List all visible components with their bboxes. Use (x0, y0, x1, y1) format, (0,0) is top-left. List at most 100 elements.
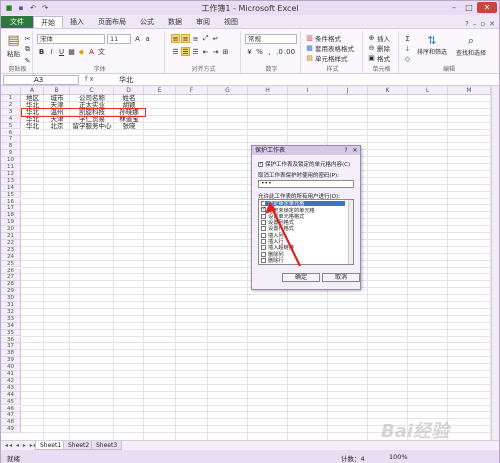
row-header[interactable]: 46 (1, 405, 21, 413)
table-cell[interactable]: 留学服务中心 (70, 122, 114, 130)
merge-center-icon[interactable]: ⊞ (221, 47, 230, 56)
row-header[interactable]: 45 (1, 398, 21, 406)
row-header[interactable]: 43 (1, 384, 21, 392)
increase-indent-icon[interactable]: ⇥ (211, 47, 220, 56)
insert-cells-button[interactable]: ⊕ 插入 (367, 33, 390, 43)
row-header[interactable]: 2 (1, 101, 21, 109)
row-header[interactable]: 39 (1, 357, 21, 365)
align-right-icon[interactable]: ☰ (191, 47, 200, 56)
cell-style-button[interactable]: ▤ 单元格样式 (305, 53, 347, 63)
row-header[interactable]: 20 (1, 226, 21, 233)
worksheet-grid[interactable]: A B C D E F G H I J K L M 1 2 3 4 5 6 7 8 9 10 11 12 13 14 15 16 17 18… (1, 87, 491, 440)
align-center-icon[interactable]: ☰ (181, 47, 190, 56)
row-header[interactable]: 40 (1, 364, 21, 371)
row-header[interactable]: 27 (1, 274, 21, 282)
percent-icon[interactable]: % (255, 47, 264, 56)
ribbon-close-icon[interactable]: ✕ (489, 20, 495, 28)
row-header[interactable]: 19 (1, 219, 21, 227)
font-name-select[interactable]: 宋体 (37, 34, 105, 44)
italic-icon[interactable]: I (47, 47, 56, 56)
row-header[interactable]: 23 (1, 246, 21, 254)
column-header[interactable]: G (208, 87, 248, 95)
row-header[interactable]: 9 (1, 150, 21, 158)
row-header[interactable]: 41 (1, 371, 21, 378)
row-header[interactable]: 37 (1, 343, 21, 351)
fill-icon[interactable]: ↓ (403, 44, 412, 53)
grow-font-icon[interactable]: A (133, 35, 142, 44)
row-header[interactable]: 18 (1, 212, 21, 220)
tab-data[interactable]: 数据 (161, 16, 189, 28)
row-header[interactable]: 32 (1, 308, 21, 316)
decrease-decimal-icon[interactable]: .00 (284, 47, 295, 56)
font-color-icon[interactable]: A (87, 47, 96, 56)
row-header[interactable]: 10 (1, 157, 21, 164)
row-header[interactable]: 38 (1, 350, 21, 358)
row-header[interactable]: 49 (1, 426, 21, 434)
cut-icon[interactable]: ✂ (23, 34, 32, 43)
tab-insert[interactable]: 插入 (63, 16, 91, 28)
row-header[interactable]: 12 (1, 170, 21, 178)
row-header[interactable]: 25 (1, 260, 21, 268)
row-header[interactable]: 22 (1, 239, 21, 247)
row-header[interactable]: 34 (1, 322, 21, 330)
insert-function-icon[interactable]: fx (85, 75, 96, 83)
table-format-button[interactable]: ▦ 套用表格格式 (305, 43, 354, 53)
table-cell[interactable]: 北京 (44, 122, 70, 130)
row-header[interactable]: 17 (1, 205, 21, 213)
font-size-select[interactable]: 11 (107, 34, 131, 44)
row-header[interactable]: 3 (1, 108, 21, 116)
select-all-corner[interactable] (1, 87, 21, 95)
sheet-tab-2[interactable]: Sheet2 (63, 441, 95, 450)
row-header[interactable]: 6 (1, 129, 21, 137)
row-header[interactable]: 31 (1, 302, 21, 309)
column-header[interactable]: J (328, 87, 368, 95)
comma-icon[interactable]: , (265, 47, 274, 56)
row-header[interactable]: 48 (1, 419, 21, 427)
row-header[interactable]: 13 (1, 177, 21, 185)
row-header[interactable]: 44 (1, 391, 21, 399)
column-header[interactable]: M (448, 87, 491, 95)
conditional-format-button[interactable]: ▥ 条件格式 (305, 33, 341, 43)
row-header[interactable]: 28 (1, 281, 21, 289)
find-select-button[interactable]: ⌕ 查找和选择 (456, 34, 486, 57)
zoom-level[interactable]: 100% (389, 453, 408, 461)
sheet-tab-3[interactable]: Sheet3 (91, 441, 123, 450)
table-cell[interactable]: 张晓 (114, 122, 144, 130)
row-header[interactable]: 21 (1, 233, 21, 240)
row-header[interactable]: 1 (1, 95, 21, 102)
row-header[interactable]: 11 (1, 164, 21, 171)
row-header[interactable]: 8 (1, 143, 21, 151)
column-header[interactable]: F (176, 87, 208, 95)
tab-formulas[interactable]: 公式 (133, 16, 161, 28)
vertical-scrollbar[interactable] (491, 87, 499, 440)
copy-icon[interactable]: ⧉ (23, 45, 32, 54)
clear-icon[interactable]: ◇ (403, 54, 412, 63)
orientation-icon[interactable]: ⤢ (201, 34, 210, 43)
tab-file[interactable]: 文件 (1, 16, 33, 28)
row-header[interactable]: 35 (1, 329, 21, 337)
column-header[interactable]: L (408, 87, 448, 95)
table-cell[interactable]: 华北 (21, 122, 44, 130)
row-header[interactable]: 36 (1, 336, 21, 344)
decrease-indent-icon[interactable]: ⇤ (201, 47, 210, 56)
column-header[interactable]: H (248, 87, 288, 95)
border-icon[interactable]: ▦ (67, 47, 76, 56)
number-format-select[interactable]: 常规 (245, 34, 297, 44)
autosum-icon[interactable]: Σ (403, 34, 412, 43)
row-header[interactable]: 14 (1, 184, 21, 192)
name-box[interactable]: A3 (3, 75, 79, 85)
tab-home[interactable]: 开始 (33, 16, 63, 28)
tab-view[interactable]: 视图 (217, 16, 245, 28)
ribbon-restore-icon[interactable]: ▫ (480, 20, 485, 28)
ribbon-minimize-icon[interactable]: – (473, 20, 477, 28)
help-icon[interactable]: ? (465, 20, 469, 28)
shrink-font-icon[interactable]: a (143, 35, 152, 44)
maximize-button[interactable]: □ (462, 2, 476, 13)
align-middle-icon[interactable]: ≡ (181, 34, 190, 43)
tab-page-layout[interactable]: 页面布局 (91, 16, 133, 28)
phonetic-icon[interactable]: 文 (97, 47, 106, 56)
tab-review[interactable]: 审阅 (189, 16, 217, 28)
row-header[interactable]: 16 (1, 198, 21, 206)
column-header[interactable]: I (288, 87, 328, 95)
formula-input[interactable]: 华北 (119, 75, 133, 85)
